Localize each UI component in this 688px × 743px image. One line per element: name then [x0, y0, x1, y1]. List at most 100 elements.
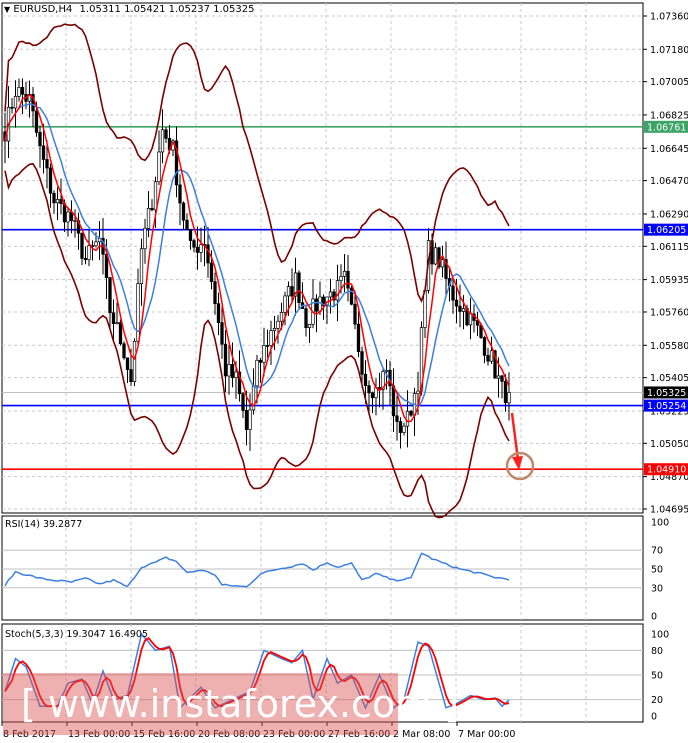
- candle-body-bear: [230, 364, 235, 379]
- candle-body-bear: [48, 167, 53, 194]
- candle-body-bear: [486, 355, 490, 362]
- candle-body-bull: [262, 345, 266, 363]
- candle-body-bull: [13, 96, 18, 109]
- candle-body-bull: [255, 359, 259, 387]
- candle-body-bear: [83, 258, 88, 261]
- rsi-tick-label: 50: [651, 565, 663, 576]
- price-tick-label: 1.06825: [650, 110, 688, 121]
- rsi-tick-label: 70: [651, 546, 663, 557]
- candle-body-bull: [402, 425, 406, 433]
- candle-body-bear: [223, 343, 228, 377]
- time-label: 7 Mar 00:00: [458, 729, 515, 740]
- candle-body-bear: [206, 244, 210, 264]
- rsi-label: RSI(14) 39.2877: [5, 519, 83, 530]
- candle-body-bear: [108, 277, 112, 314]
- candle-body-bear: [122, 343, 126, 359]
- candle-body-bull: [139, 248, 144, 285]
- candle-body-bear: [59, 199, 63, 205]
- candle-body-bear: [454, 299, 459, 307]
- candle-body-bear: [258, 359, 263, 363]
- candle-body-bull: [157, 151, 161, 183]
- candle-body-bear: [80, 232, 84, 259]
- dropdown-triangle-icon[interactable]: ▼: [4, 5, 10, 14]
- candle-body-bull: [234, 371, 238, 379]
- price-tick-label: 1.05580: [650, 341, 688, 352]
- stoch-label: Stoch(5,3,3) 19.3047 16.4905: [5, 629, 149, 640]
- candle-body-bear: [395, 415, 399, 422]
- candle-body-bull: [199, 244, 203, 253]
- price-tick-label: 1.07005: [650, 77, 688, 88]
- price-tick-label: 1.05050: [650, 439, 688, 450]
- mt4-chart-window: 1.07360 1.07180 1.07005 1.06825 1.06645 1.064…: [0, 0, 688, 743]
- price-tick-label: 1.06115: [650, 242, 688, 253]
- candle-body-bear: [41, 145, 46, 160]
- candle-body-bull: [227, 364, 231, 377]
- candle-body-bear: [500, 375, 504, 382]
- chart-header: ▼ EURUSD,H4 1.05311 1.05421 1.05237 1.05…: [4, 4, 255, 15]
- ohlc-values: 1.05311 1.05421 1.05237 1.05325: [79, 4, 255, 15]
- candle-body-bear: [220, 322, 224, 345]
- price-tick-label: 1.05405: [650, 373, 688, 384]
- candle-body-bear: [178, 184, 182, 204]
- price-label-resistance-blue: 1.06205: [647, 225, 686, 236]
- candle-body-bull: [318, 296, 322, 312]
- price-tick-label: 1.06470: [650, 176, 688, 187]
- candle-body-bull: [143, 227, 147, 250]
- candle-body-bear: [38, 131, 42, 147]
- candle-body-bull: [489, 350, 494, 362]
- candle-body-bear: [52, 192, 56, 204]
- candle-body-bull: [136, 283, 140, 342]
- candle-body-bear: [125, 357, 130, 370]
- candle-body-bull: [328, 291, 333, 298]
- candle-body-bull: [115, 322, 119, 324]
- candle-body-bull: [339, 276, 343, 281]
- candle-body-bear: [370, 392, 375, 399]
- candle-body-bull: [248, 409, 252, 430]
- candle-body-bull: [433, 247, 438, 265]
- candle-body-bull: [416, 390, 420, 394]
- candle-body-bull: [286, 286, 291, 297]
- candle-body-bear: [185, 219, 189, 231]
- candle-body-bear: [265, 345, 270, 347]
- candle-body-bear: [482, 337, 487, 356]
- candle-body-bull: [269, 330, 273, 346]
- candle-body-bull: [146, 207, 151, 229]
- price-tick-label: 1.05935: [650, 275, 688, 286]
- candle-body-bear: [314, 298, 319, 312]
- rsi-panel: [1, 515, 644, 621]
- rsi-tick-label: 0: [651, 612, 657, 623]
- candle-body-bear: [164, 129, 168, 139]
- price-tick-label: 1.06290: [650, 209, 688, 220]
- candle-body-bull: [87, 245, 91, 261]
- candle-body-bull: [55, 199, 60, 204]
- candle-body-bear: [360, 351, 364, 375]
- candle-body-bull: [279, 312, 284, 322]
- candle-body-bull: [423, 289, 427, 328]
- candle: [349, 285, 354, 306]
- stoch-tick-label: 20: [651, 695, 663, 706]
- candle-body-bear: [409, 410, 413, 416]
- candle-body-bear: [213, 281, 217, 305]
- stoch-tick-label: 80: [651, 646, 663, 657]
- candle-body-bull: [405, 410, 410, 427]
- candle-body-bear: [353, 303, 357, 325]
- candle-body-bull: [335, 280, 340, 301]
- main-panel: [1, 2, 644, 514]
- candle-body-bear: [111, 312, 116, 324]
- price-tick-label: 1.07180: [650, 45, 688, 56]
- candle-body-bull: [132, 340, 137, 382]
- candle: [132, 338, 137, 387]
- candle-body-bear: [451, 285, 455, 301]
- stoch-tick-label: 100: [651, 630, 669, 641]
- candle-body-bear: [297, 272, 301, 304]
- candle-body-bear: [181, 202, 186, 221]
- rsi-tick-label: 100: [651, 518, 669, 529]
- candle-body-bull: [66, 211, 70, 223]
- candle-body-bear: [398, 421, 403, 433]
- stoch-tick-label: 0: [651, 712, 657, 723]
- price-label-current-price: 1.05325: [647, 388, 686, 399]
- candle-body-bear: [192, 240, 196, 248]
- candle-body-bull: [17, 87, 21, 97]
- symbol-label: EURUSD,H4: [13, 4, 73, 15]
- price-label-target-red: 1.04910: [647, 465, 686, 476]
